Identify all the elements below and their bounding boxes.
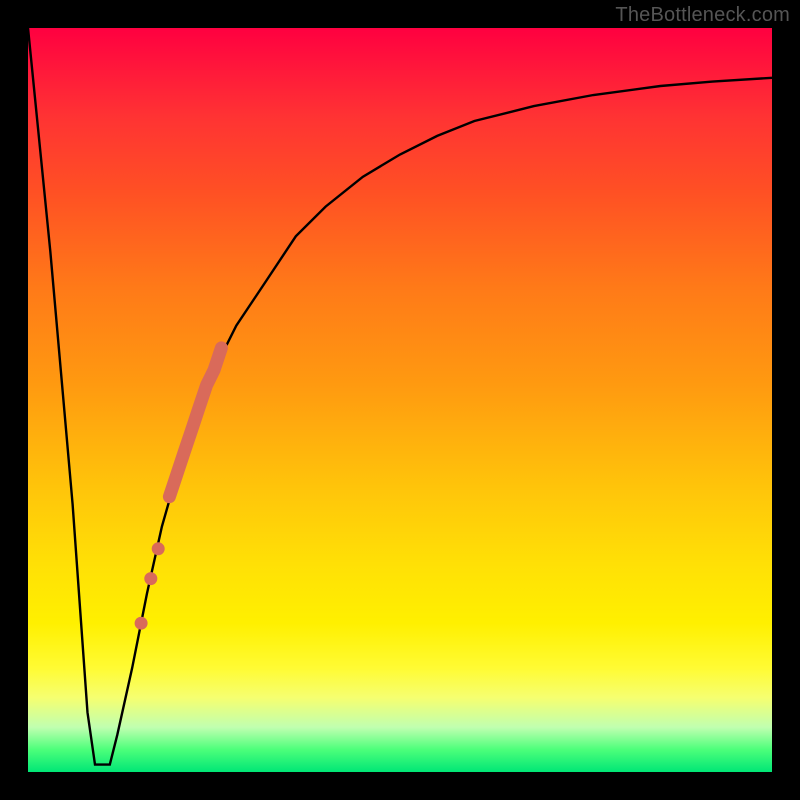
- bottleneck-curve: [28, 28, 772, 765]
- highlight-segment: [169, 348, 221, 497]
- chart-svg: [28, 28, 772, 772]
- highlight-dot: [152, 542, 165, 555]
- watermark-text: TheBottleneck.com: [615, 4, 790, 27]
- highlight-dot: [144, 572, 157, 585]
- chart-frame: TheBottleneck.com: [0, 0, 800, 800]
- plot-area: [28, 28, 772, 772]
- highlight-dot: [135, 617, 148, 630]
